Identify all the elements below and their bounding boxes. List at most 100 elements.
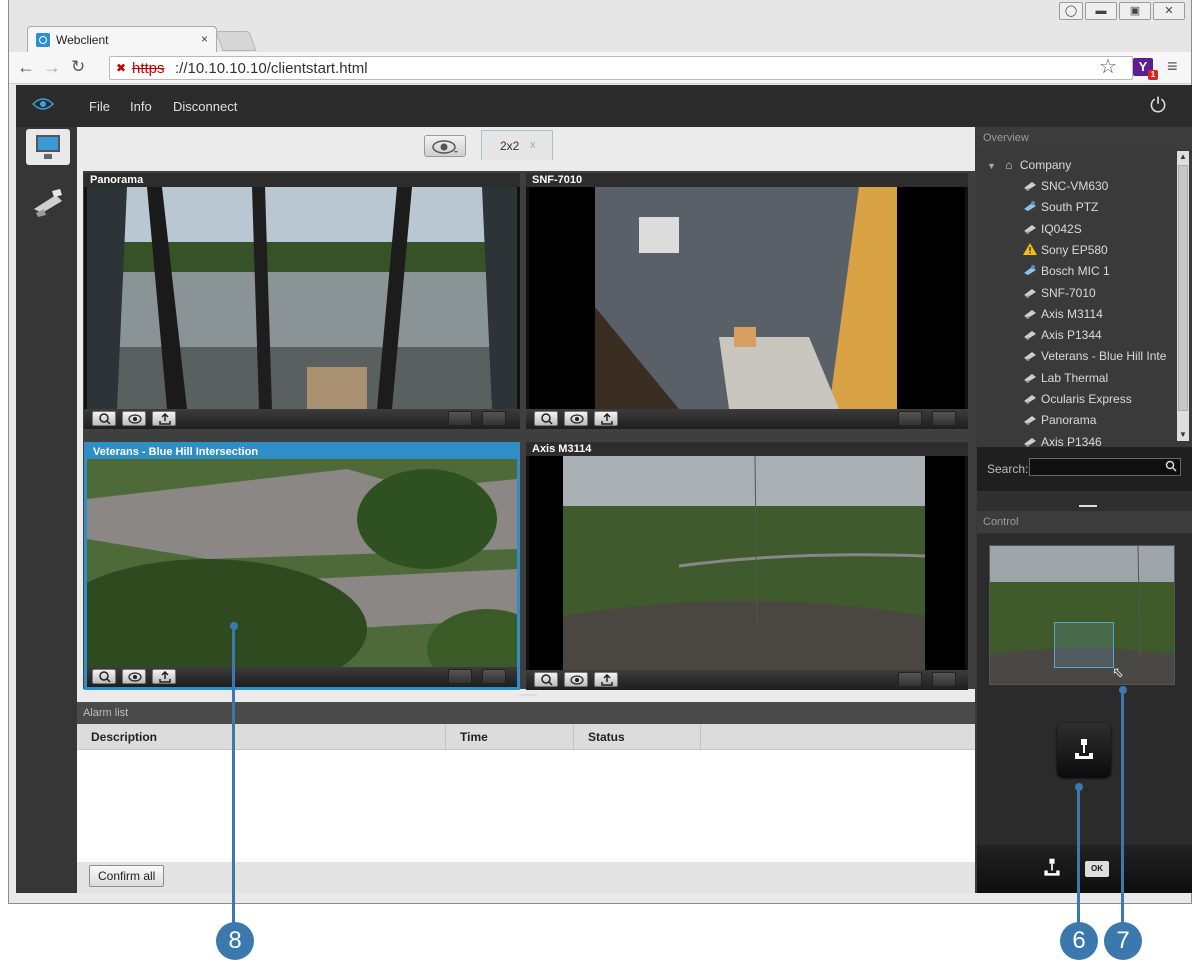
- video-feed[interactable]: [87, 187, 517, 409]
- reload-icon[interactable]: ↻: [71, 57, 85, 77]
- export-button[interactable]: [594, 411, 618, 426]
- back-icon[interactable]: ←: [17, 57, 35, 77]
- layout-tab-close-icon[interactable]: x: [530, 139, 536, 151]
- bookmark-star-icon[interactable]: ☆: [1099, 56, 1117, 78]
- tree-item[interactable]: Sony EP580: [1023, 240, 1108, 261]
- ok-button[interactable]: OK: [1085, 861, 1109, 877]
- search-icon[interactable]: [1165, 460, 1177, 472]
- zoom-region-rectangle[interactable]: [1054, 622, 1114, 668]
- video-tile-selected[interactable]: Veterans - Blue Hill Intersection: [84, 442, 520, 690]
- forward-icon[interactable]: →: [43, 57, 61, 77]
- tile-title: Panorama: [84, 173, 520, 187]
- tree-root-company[interactable]: ▼ ⌂ Company: [987, 155, 1071, 177]
- search-input[interactable]: [1029, 458, 1181, 476]
- scroll-thumb[interactable]: [1178, 165, 1188, 411]
- view-button[interactable]: [122, 669, 146, 684]
- browser-tab[interactable]: Webclient ×: [27, 26, 217, 52]
- power-icon[interactable]: ⏻: [1150, 95, 1166, 118]
- fullscreen-button[interactable]: [448, 669, 472, 684]
- zoom-button[interactable]: [534, 411, 558, 426]
- yahoo-extension-icon[interactable]: Y1: [1133, 58, 1158, 80]
- axis-video-frame: [529, 456, 965, 670]
- zoom-button[interactable]: [92, 669, 116, 684]
- extension-badge: 1: [1148, 70, 1158, 80]
- joystick-icon[interactable]: [1041, 857, 1063, 879]
- column-status[interactable]: Status: [574, 724, 701, 750]
- tree-item[interactable]: Veterans - Blue Hill Inte: [1023, 346, 1166, 367]
- ptz-preview[interactable]: ⬁: [989, 545, 1175, 685]
- menu-disconnect[interactable]: Disconnect: [173, 99, 237, 114]
- tree-scrollbar[interactable]: ▲ ▼: [1177, 151, 1189, 441]
- view-toolbar: 2x2 x: [77, 127, 975, 165]
- alarm-columns: Description Time Status: [77, 724, 975, 750]
- menu-info[interactable]: Info: [130, 99, 152, 114]
- upload-icon: [159, 671, 171, 683]
- camera-icon: [1023, 304, 1041, 325]
- eye-icon: [128, 414, 142, 424]
- view-button[interactable]: [564, 411, 588, 426]
- video-feed[interactable]: [529, 187, 965, 409]
- column-time[interactable]: Time: [446, 724, 574, 750]
- view-select-button[interactable]: [424, 135, 466, 157]
- tree-item[interactable]: SNF-7010: [1023, 283, 1096, 304]
- video-tile[interactable]: Axis M3114: [526, 442, 968, 690]
- zoom-button[interactable]: [534, 672, 558, 687]
- tree-item[interactable]: Lab Thermal: [1023, 368, 1108, 389]
- user-profile-icon[interactable]: ◯: [1059, 2, 1083, 20]
- tree-item[interactable]: Panorama: [1023, 410, 1096, 431]
- tree-item[interactable]: Bosch MIC 1: [1023, 261, 1110, 282]
- zoom-button[interactable]: [92, 411, 116, 426]
- tree-item[interactable]: IQ042S: [1023, 219, 1082, 240]
- tree-item[interactable]: Axis P1346: [1023, 432, 1102, 447]
- export-button[interactable]: [152, 411, 176, 426]
- live-view-button[interactable]: [26, 129, 70, 165]
- snf-video-frame: [529, 187, 965, 409]
- scroll-down-icon[interactable]: ▼: [1177, 429, 1189, 441]
- expand-arrow-icon[interactable]: ▼: [987, 161, 996, 171]
- splitter-handle[interactable]: [519, 694, 537, 696]
- tree-item[interactable]: SNC-VM630: [1023, 176, 1108, 197]
- view-button[interactable]: [564, 672, 588, 687]
- tree-item-label: South PTZ: [1041, 200, 1099, 215]
- control-footer: OK: [977, 845, 1192, 893]
- tab-layout-2x2[interactable]: 2x2 x: [481, 130, 553, 160]
- close-window-button[interactable]: ✕: [1153, 2, 1185, 20]
- tile-title: SNF-7010: [526, 173, 968, 187]
- tree-item[interactable]: Axis P1344: [1023, 325, 1102, 346]
- tab-close-icon[interactable]: ×: [201, 32, 208, 46]
- fullscreen-button[interactable]: [898, 672, 922, 687]
- upload-icon: [159, 413, 171, 425]
- browser-menu-icon[interactable]: ≡: [1167, 56, 1178, 77]
- export-button[interactable]: [152, 669, 176, 684]
- confirm-all-button[interactable]: Confirm all: [89, 865, 165, 887]
- video-tile[interactable]: SNF-7010: [526, 173, 968, 429]
- tree-item[interactable]: Axis M3114: [1023, 304, 1103, 325]
- column-description[interactable]: Description: [77, 724, 446, 750]
- address-bar[interactable]: ✖ https ://10.10.10.10/clientstart.html: [109, 56, 1133, 80]
- tree-item[interactable]: South PTZ: [1023, 197, 1098, 218]
- export-button[interactable]: [594, 672, 618, 687]
- ptz-control-button[interactable]: [1057, 723, 1111, 777]
- camera-setup-icon[interactable]: [32, 187, 64, 217]
- video-feed[interactable]: [87, 459, 517, 667]
- fullscreen-button[interactable]: [898, 411, 922, 426]
- zoom-icon: [99, 413, 111, 425]
- scroll-up-icon[interactable]: ▲: [1177, 151, 1189, 163]
- snapshot-button[interactable]: [482, 411, 506, 426]
- menu-file[interactable]: File: [89, 99, 110, 114]
- snapshot-button[interactable]: [932, 411, 956, 426]
- video-tile[interactable]: Panorama: [84, 173, 520, 429]
- minimize-button[interactable]: ▬: [1085, 2, 1117, 20]
- splitter-handle[interactable]: [1079, 505, 1097, 507]
- view-button[interactable]: [122, 411, 146, 426]
- snapshot-button[interactable]: [932, 672, 956, 687]
- new-tab-button[interactable]: [215, 31, 257, 51]
- tree-item[interactable]: Ocularis Express: [1023, 389, 1132, 410]
- callout-badge: 7: [1104, 922, 1142, 960]
- callout-leader-line: [1121, 690, 1124, 927]
- fullscreen-button[interactable]: [448, 411, 472, 426]
- video-feed[interactable]: [529, 456, 965, 670]
- camera-icon: [1023, 325, 1041, 346]
- maximize-button[interactable]: ▣: [1119, 2, 1151, 20]
- snapshot-button[interactable]: [482, 669, 506, 684]
